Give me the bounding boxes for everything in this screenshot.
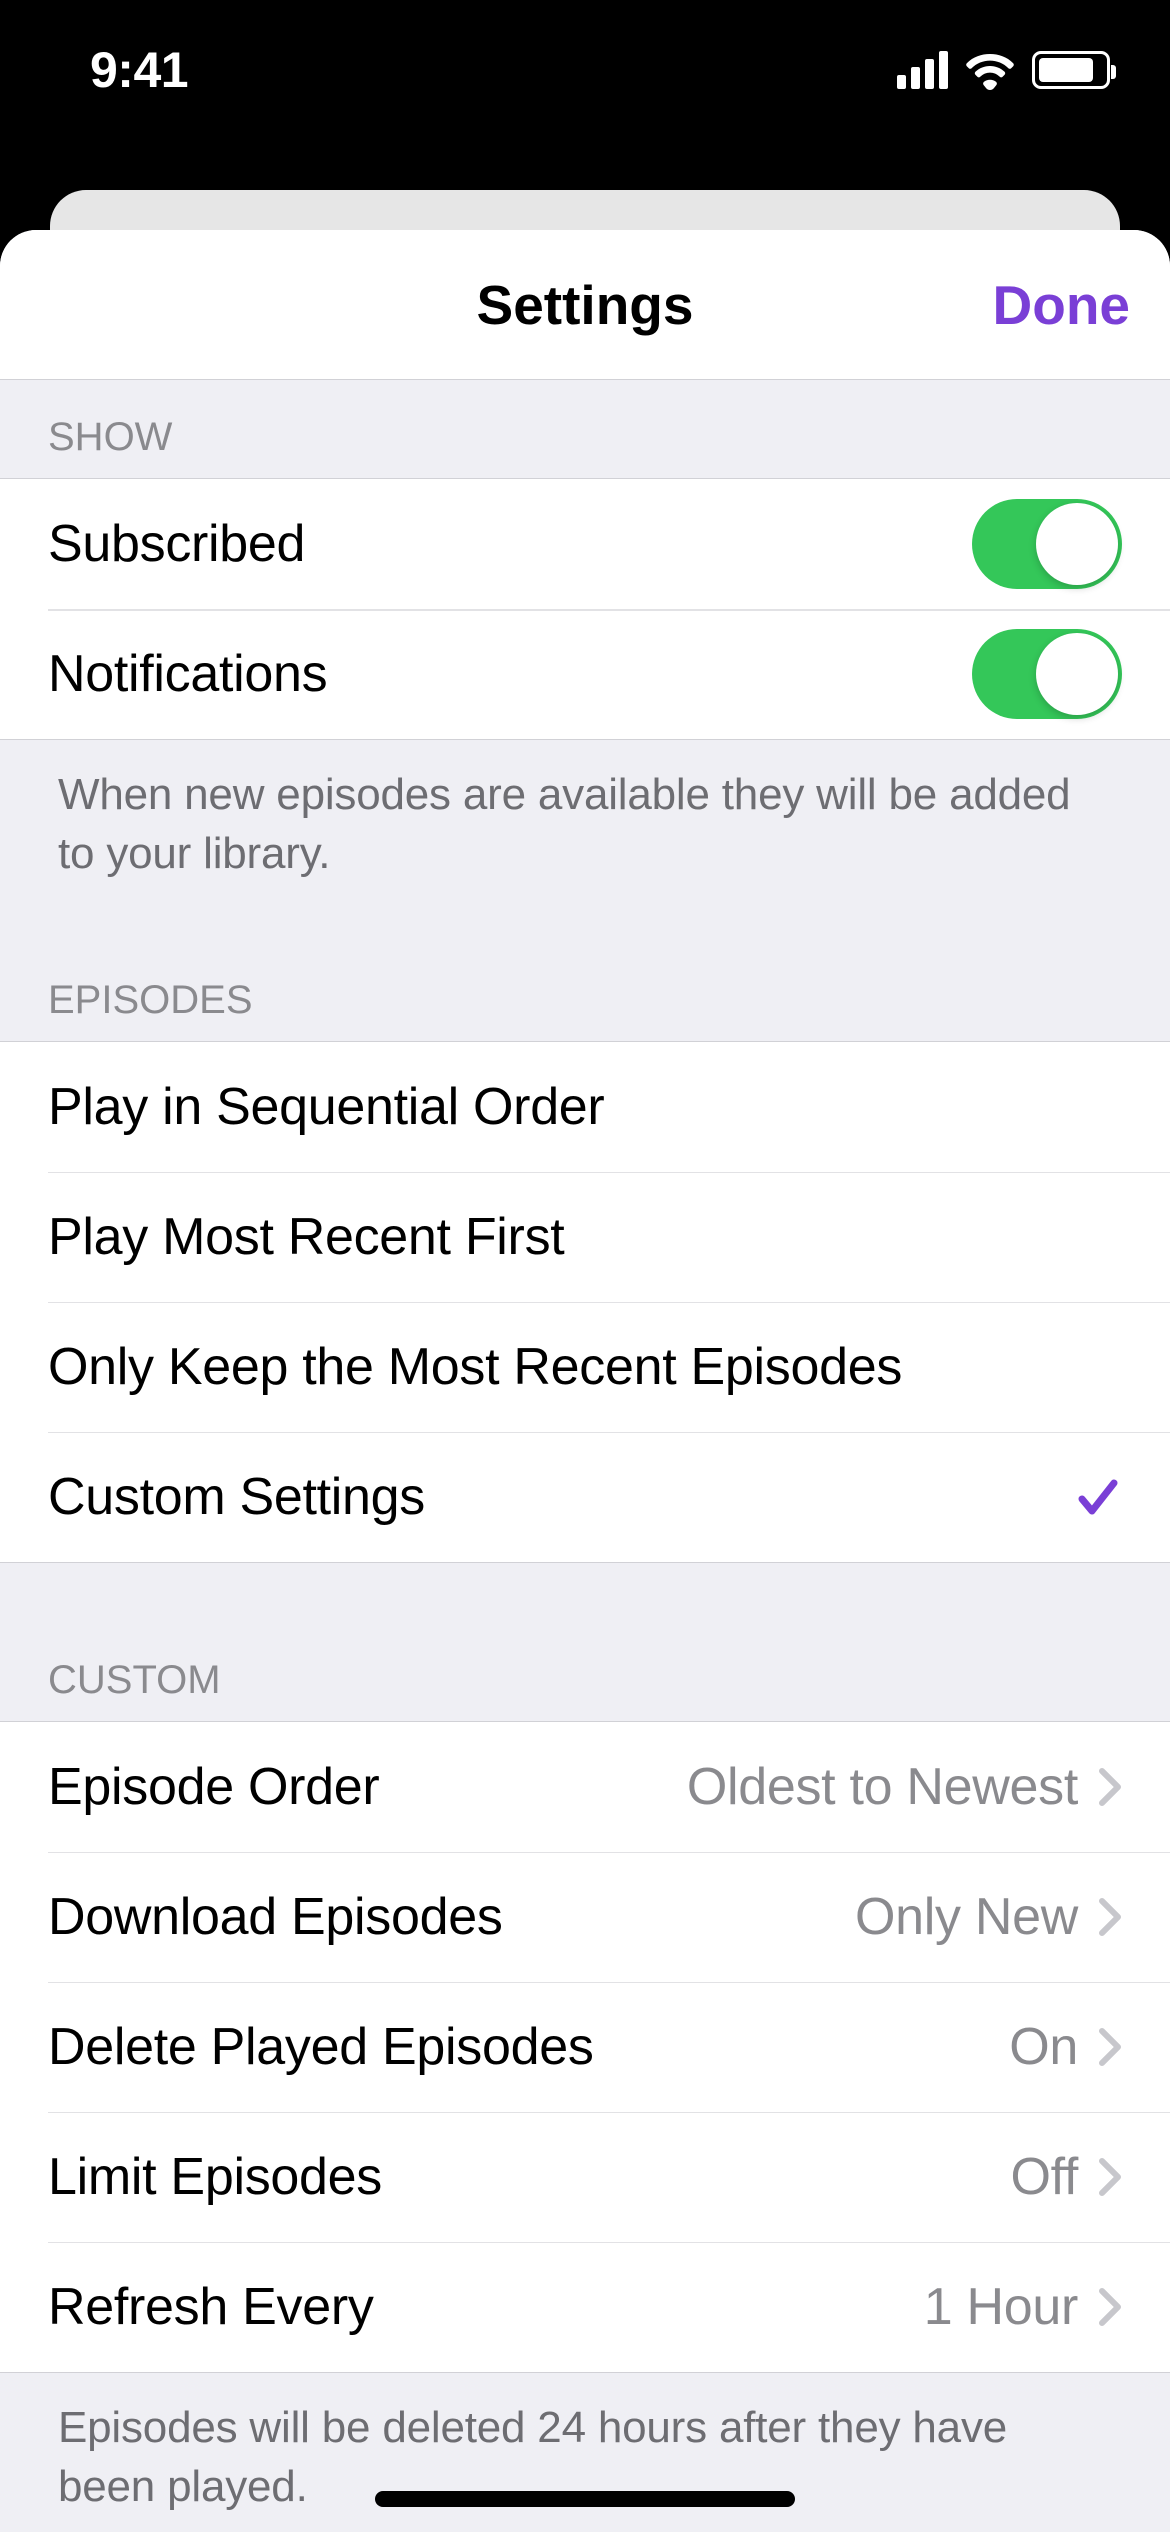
section-header-episodes: EPISODES <box>0 924 1170 1041</box>
section-header-show: SHOW <box>0 380 1170 478</box>
row-episode-order[interactable]: Episode Order Oldest to Newest <box>0 1722 1170 1852</box>
row-limit-episodes[interactable]: Limit Episodes Off <box>0 2112 1170 2242</box>
wifi-icon <box>966 50 1014 90</box>
content-scroll[interactable]: SHOW Subscribed Notifications When new e… <box>0 380 1170 2532</box>
chevron-right-icon <box>1098 2027 1122 2067</box>
row-value: Only New <box>855 1887 1078 1947</box>
chevron-right-icon <box>1098 1897 1122 1937</box>
row-value: On <box>1009 2017 1078 2077</box>
section-footer-custom: Episodes will be deleted 24 hours after … <box>0 2373 1170 2532</box>
group-custom: Episode Order Oldest to Newest Download … <box>0 1721 1170 2373</box>
home-indicator[interactable] <box>375 2491 795 2507</box>
row-play-sequential[interactable]: Play in Sequential Order <box>0 1042 1170 1172</box>
group-episodes: Play in Sequential Order Play Most Recen… <box>0 1041 1170 1563</box>
row-label: Delete Played Episodes <box>48 2017 1009 2077</box>
row-value: Oldest to Newest <box>687 1757 1078 1817</box>
row-label: Episode Order <box>48 1757 687 1817</box>
row-label: Play Most Recent First <box>48 1207 1122 1267</box>
row-label: Only Keep the Most Recent Episodes <box>48 1337 1122 1397</box>
row-value: Off <box>1010 2147 1078 2207</box>
section-header-custom: CUSTOM <box>0 1563 1170 1721</box>
done-button[interactable]: Done <box>993 273 1131 337</box>
page-title: Settings <box>477 273 694 337</box>
status-time: 9:41 <box>90 41 188 99</box>
chevron-right-icon <box>1098 2157 1122 2197</box>
subscribed-toggle[interactable] <box>972 499 1122 589</box>
row-label: Subscribed <box>48 514 972 574</box>
status-icons <box>897 50 1110 90</box>
nav-bar: Settings Done <box>0 230 1170 380</box>
row-keep-recent[interactable]: Only Keep the Most Recent Episodes <box>0 1302 1170 1432</box>
row-download-episodes[interactable]: Download Episodes Only New <box>0 1852 1170 1982</box>
row-label: Download Episodes <box>48 1887 855 1947</box>
row-label: Limit Episodes <box>48 2147 1010 2207</box>
row-label: Play in Sequential Order <box>48 1077 1122 1137</box>
row-label: Custom Settings <box>48 1467 1074 1527</box>
row-play-recent-first[interactable]: Play Most Recent First <box>0 1172 1170 1302</box>
group-show: Subscribed Notifications <box>0 478 1170 740</box>
battery-icon <box>1032 51 1110 89</box>
status-bar: 9:41 <box>0 0 1170 140</box>
row-label: Refresh Every <box>48 2277 924 2337</box>
row-custom-settings[interactable]: Custom Settings <box>0 1432 1170 1562</box>
chevron-right-icon <box>1098 2287 1122 2327</box>
row-label: Notifications <box>48 644 972 704</box>
notifications-toggle[interactable] <box>972 629 1122 719</box>
settings-sheet: Settings Done SHOW Subscribed Notificati… <box>0 230 1170 2532</box>
chevron-right-icon <box>1098 1767 1122 1807</box>
row-notifications[interactable]: Notifications <box>0 609 1170 739</box>
row-refresh-every[interactable]: Refresh Every 1 Hour <box>0 2242 1170 2372</box>
section-footer-show: When new episodes are available they wil… <box>0 740 1170 924</box>
row-delete-played[interactable]: Delete Played Episodes On <box>0 1982 1170 2112</box>
row-value: 1 Hour <box>924 2277 1078 2337</box>
checkmark-icon <box>1074 1473 1122 1521</box>
cellular-signal-icon <box>897 51 948 89</box>
row-subscribed[interactable]: Subscribed <box>0 479 1170 609</box>
